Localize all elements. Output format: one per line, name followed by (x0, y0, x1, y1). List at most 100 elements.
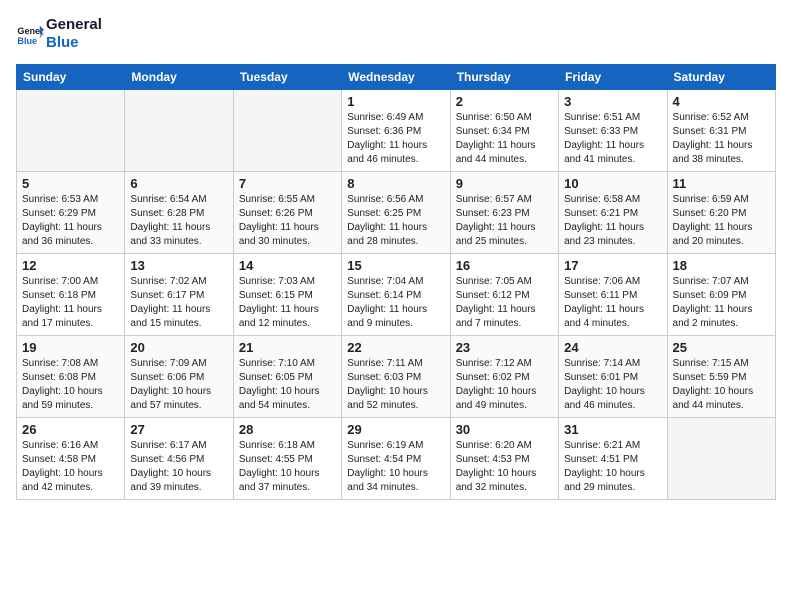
day-info: Sunrise: 7:05 AM Sunset: 6:12 PM Dayligh… (456, 275, 553, 331)
calendar-cell: 17 Sunrise: 7:06 AM Sunset: 6:11 PM Dayli… (559, 254, 667, 336)
calendar-cell: 20 Sunrise: 7:09 AM Sunset: 6:06 PM Dayli… (125, 336, 233, 418)
calendar-cell: 19 Sunrise: 7:08 AM Sunset: 6:08 PM Dayli… (17, 336, 125, 418)
day-number: 22 (347, 340, 444, 355)
day-number: 17 (564, 258, 661, 273)
weekday-header-tuesday: Tuesday (233, 65, 341, 90)
day-number: 24 (564, 340, 661, 355)
calendar-cell: 23Sunrise: 7:12 AM Sunset: 6:02 PM Dayli… (450, 336, 558, 418)
calendar-cell: 24 Sunrise: 7:14 AM Sunset: 6:01 PM Dayli… (559, 336, 667, 418)
calendar-cell: 10 Sunrise: 6:58 AM Sunset: 6:21 PM Dayli… (559, 172, 667, 254)
day-info: Sunrise: 6:54 AM Sunset: 6:28 PM Dayligh… (130, 193, 227, 249)
calendar-cell: 5Sunrise: 6:53 AM Sunset: 6:29 PM Daylig… (17, 172, 125, 254)
calendar-week-row: 1 Sunrise: 6:49 AM Sunset: 6:36 PM Daylig… (17, 90, 776, 172)
day-info: Sunrise: 6:56 AM Sunset: 6:25 PM Dayligh… (347, 193, 444, 249)
day-number: 7 (239, 176, 336, 191)
logo-icon: General Blue (16, 20, 44, 48)
calendar-cell: 15 Sunrise: 7:04 AM Sunset: 6:14 PM Dayli… (342, 254, 450, 336)
day-number: 9 (456, 176, 553, 191)
calendar-cell: 29 Sunrise: 6:19 AM Sunset: 4:54 PM Dayli… (342, 418, 450, 500)
day-info: Sunrise: 7:06 AM Sunset: 6:11 PM Dayligh… (564, 275, 661, 331)
calendar-cell: 9 Sunrise: 6:57 AM Sunset: 6:23 PM Daylig… (450, 172, 558, 254)
calendar-cell: 1 Sunrise: 6:49 AM Sunset: 6:36 PM Daylig… (342, 90, 450, 172)
day-info: Sunrise: 6:53 AM Sunset: 6:29 PM Dayligh… (22, 193, 119, 249)
calendar-cell: 4Sunrise: 6:52 AM Sunset: 6:31 PM Daylig… (667, 90, 775, 172)
day-info: Sunrise: 6:55 AM Sunset: 6:26 PM Dayligh… (239, 193, 336, 249)
calendar-cell: 25Sunrise: 7:15 AM Sunset: 5:59 PM Dayli… (667, 336, 775, 418)
day-number: 13 (130, 258, 227, 273)
day-info: Sunrise: 7:10 AM Sunset: 6:05 PM Dayligh… (239, 357, 336, 413)
calendar-cell: 26 Sunrise: 6:16 AM Sunset: 4:58 PM Dayli… (17, 418, 125, 500)
day-number: 11 (673, 176, 770, 191)
calendar-cell: 21 Sunrise: 7:10 AM Sunset: 6:05 PM Dayli… (233, 336, 341, 418)
svg-text:Blue: Blue (17, 36, 37, 46)
day-info: Sunrise: 7:09 AM Sunset: 6:06 PM Dayligh… (130, 357, 227, 413)
calendar-cell: 27 Sunrise: 6:17 AM Sunset: 4:56 PM Dayli… (125, 418, 233, 500)
calendar-cell: 13 Sunrise: 7:02 AM Sunset: 6:17 PM Dayli… (125, 254, 233, 336)
day-info: Sunrise: 6:16 AM Sunset: 4:58 PM Dayligh… (22, 439, 119, 495)
day-number: 8 (347, 176, 444, 191)
day-info: Sunrise: 6:20 AM Sunset: 4:53 PM Dayligh… (456, 439, 553, 495)
day-number: 20 (130, 340, 227, 355)
day-info: Sunrise: 7:04 AM Sunset: 6:14 PM Dayligh… (347, 275, 444, 331)
calendar-week-row: 26 Sunrise: 6:16 AM Sunset: 4:58 PM Dayli… (17, 418, 776, 500)
day-info: Sunrise: 6:57 AM Sunset: 6:23 PM Dayligh… (456, 193, 553, 249)
calendar-cell: 16 Sunrise: 7:05 AM Sunset: 6:12 PM Dayli… (450, 254, 558, 336)
calendar-cell: 2Sunrise: 6:50 AM Sunset: 6:34 PM Daylig… (450, 90, 558, 172)
day-info: Sunrise: 6:17 AM Sunset: 4:56 PM Dayligh… (130, 439, 227, 495)
calendar-week-row: 5Sunrise: 6:53 AM Sunset: 6:29 PM Daylig… (17, 172, 776, 254)
day-number: 12 (22, 258, 119, 273)
calendar-cell: 8 Sunrise: 6:56 AM Sunset: 6:25 PM Daylig… (342, 172, 450, 254)
day-info: Sunrise: 6:58 AM Sunset: 6:21 PM Dayligh… (564, 193, 661, 249)
calendar-cell (125, 90, 233, 172)
day-number: 27 (130, 422, 227, 437)
day-number: 10 (564, 176, 661, 191)
calendar-cell (17, 90, 125, 172)
calendar-cell: 3Sunrise: 6:51 AM Sunset: 6:33 PM Daylig… (559, 90, 667, 172)
calendar-cell: 18 Sunrise: 7:07 AM Sunset: 6:09 PM Dayli… (667, 254, 775, 336)
day-info: Sunrise: 7:12 AM Sunset: 6:02 PM Dayligh… (456, 357, 553, 413)
weekday-header-monday: Monday (125, 65, 233, 90)
day-number: 21 (239, 340, 336, 355)
day-info: Sunrise: 7:03 AM Sunset: 6:15 PM Dayligh… (239, 275, 336, 331)
day-info: Sunrise: 6:49 AM Sunset: 6:36 PM Dayligh… (347, 111, 444, 167)
weekday-header-saturday: Saturday (667, 65, 775, 90)
logo: General Blue General Blue (16, 16, 102, 52)
day-number: 29 (347, 422, 444, 437)
calendar-week-row: 19 Sunrise: 7:08 AM Sunset: 6:08 PM Dayli… (17, 336, 776, 418)
day-info: Sunrise: 6:19 AM Sunset: 4:54 PM Dayligh… (347, 439, 444, 495)
calendar-cell: 14 Sunrise: 7:03 AM Sunset: 6:15 PM Dayli… (233, 254, 341, 336)
calendar-cell: 30 Sunrise: 6:20 AM Sunset: 4:53 PM Dayli… (450, 418, 558, 500)
day-number: 4 (673, 94, 770, 109)
weekday-header-sunday: Sunday (17, 65, 125, 90)
day-number: 14 (239, 258, 336, 273)
day-info: Sunrise: 7:00 AM Sunset: 6:18 PM Dayligh… (22, 275, 119, 331)
day-info: Sunrise: 6:18 AM Sunset: 4:55 PM Dayligh… (239, 439, 336, 495)
calendar-cell: 22 Sunrise: 7:11 AM Sunset: 6:03 PM Dayli… (342, 336, 450, 418)
day-info: Sunrise: 7:15 AM Sunset: 5:59 PM Dayligh… (673, 357, 770, 413)
day-number: 19 (22, 340, 119, 355)
logo-blue: Blue (46, 34, 102, 52)
day-info: Sunrise: 7:14 AM Sunset: 6:01 PM Dayligh… (564, 357, 661, 413)
calendar-cell (233, 90, 341, 172)
day-info: Sunrise: 7:11 AM Sunset: 6:03 PM Dayligh… (347, 357, 444, 413)
day-number: 1 (347, 94, 444, 109)
day-number: 26 (22, 422, 119, 437)
day-number: 3 (564, 94, 661, 109)
calendar-cell: 28 Sunrise: 6:18 AM Sunset: 4:55 PM Dayli… (233, 418, 341, 500)
day-info: Sunrise: 7:07 AM Sunset: 6:09 PM Dayligh… (673, 275, 770, 331)
calendar-table: SundayMondayTuesdayWednesdayThursdayFrid… (16, 64, 776, 500)
day-number: 18 (673, 258, 770, 273)
calendar-cell (667, 418, 775, 500)
day-number: 6 (130, 176, 227, 191)
day-number: 15 (347, 258, 444, 273)
logo-general: General (46, 16, 102, 34)
calendar-cell: 7 Sunrise: 6:55 AM Sunset: 6:26 PM Daylig… (233, 172, 341, 254)
day-info: Sunrise: 7:02 AM Sunset: 6:17 PM Dayligh… (130, 275, 227, 331)
day-number: 16 (456, 258, 553, 273)
day-number: 28 (239, 422, 336, 437)
day-number: 30 (456, 422, 553, 437)
day-info: Sunrise: 7:08 AM Sunset: 6:08 PM Dayligh… (22, 357, 119, 413)
day-number: 31 (564, 422, 661, 437)
calendar-cell: 31Sunrise: 6:21 AM Sunset: 4:51 PM Dayli… (559, 418, 667, 500)
weekday-header-wednesday: Wednesday (342, 65, 450, 90)
